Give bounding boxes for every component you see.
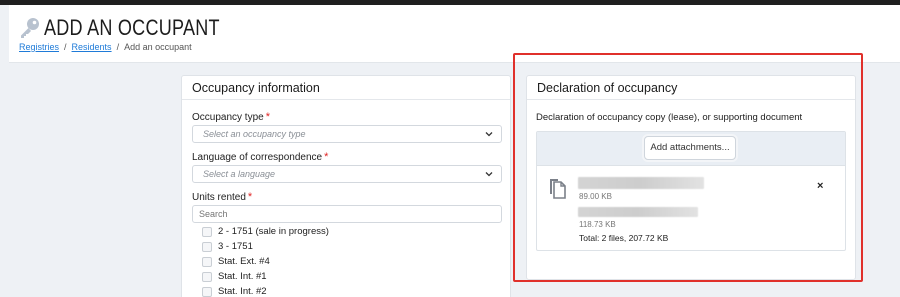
occupancy-type-label: Occupancy type * [192,111,270,123]
breadcrumb: Registries / Residents / Add an occupant [19,42,192,52]
attachment-drop-area[interactable]: Add attachments... 89.00 KB 118.73 KB To… [536,131,846,251]
unit-label: 3 - 1751 [218,241,253,252]
required-mark: * [324,151,329,163]
units-rented-label: Units rented * [192,191,252,203]
unit-item[interactable]: Stat. Ext. #4 [202,256,270,267]
unit-label: Stat. Ext. #4 [218,256,270,267]
unit-checkbox[interactable] [202,271,212,282]
page-title: ADD AN OCCUPANT [44,15,220,40]
language-label: Language of correspondence * [192,151,328,163]
file-name-redacted [578,177,704,189]
breadcrumb-separator: / [116,42,120,52]
close-icon[interactable]: × [817,180,823,192]
chevron-down-icon [485,132,493,137]
units-rented-label-text: Units rented [192,192,246,203]
title-row: ADD AN OCCUPANT [18,15,258,41]
breadcrumb-residents-link[interactable]: Residents [72,42,112,52]
language-label-text: Language of correspondence [192,152,323,163]
breadcrumb-registries-link[interactable]: Registries [19,42,59,52]
unit-item[interactable]: Stat. Int. #1 [202,271,267,282]
declaration-of-occupancy-card: Declaration of occupancy Declaration of … [526,75,856,280]
attachment-toolbar: Add attachments... [537,132,845,166]
occupancy-type-label-text: Occupancy type [192,112,264,123]
unit-item[interactable]: 2 - 1751 (sale in progress) [202,226,329,237]
file-name-redacted [578,207,698,217]
chevron-down-icon [485,172,493,177]
copy-files-icon [550,179,566,199]
unit-item[interactable]: Stat. Int. #2 [202,286,267,297]
attachments-total: Total: 2 files, 207.72 KB [579,233,669,243]
occupancy-type-select[interactable]: Select an occupancy type [192,125,502,143]
required-mark: * [265,111,270,123]
unit-checkbox[interactable] [202,286,212,297]
page-header: ADD AN OCCUPANT Registries / Residents / Add… [9,5,900,63]
unit-item[interactable]: 3 - 1751 [202,241,253,252]
breadcrumb-current: Add an occupant [124,42,192,52]
occupancy-card-title: Occupancy information [182,76,510,100]
unit-checkbox[interactable] [202,256,212,267]
units-search-input[interactable] [192,205,502,223]
language-placeholder: Select a language [203,169,276,179]
file-size: 118.73 KB [579,220,616,229]
unit-checkbox[interactable] [202,241,212,252]
occupancy-type-placeholder: Select an occupancy type [203,129,306,139]
add-attachments-button[interactable]: Add attachments... [644,136,736,160]
key-icon [18,16,42,40]
unit-label: Stat. Int. #2 [218,286,267,297]
breadcrumb-separator: / [64,42,67,52]
unit-checkbox[interactable] [202,226,212,237]
occupancy-information-card: Occupancy information Occupancy type * Se… [181,75,511,297]
required-mark: * [247,191,253,203]
unit-label: 2 - 1751 (sale in progress) [218,226,329,237]
unit-label: Stat. Int. #1 [218,271,267,282]
declaration-description: Declaration of occupancy copy (lease), o… [536,112,803,123]
declaration-card-title: Declaration of occupancy [527,76,855,100]
file-size: 89.00 KB [579,192,612,201]
language-select[interactable]: Select a language [192,165,502,183]
